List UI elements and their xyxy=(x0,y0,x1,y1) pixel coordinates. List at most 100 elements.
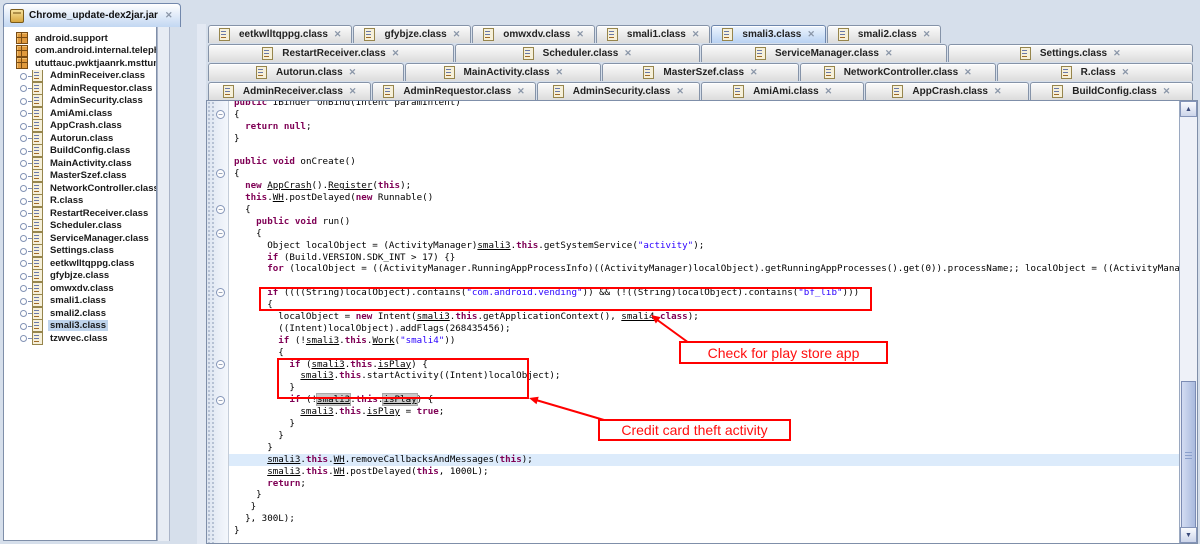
expand-handle-icon[interactable] xyxy=(19,107,32,119)
content-divider[interactable] xyxy=(197,24,206,544)
tree-item-settings-class[interactable]: Settings.class xyxy=(4,245,156,258)
fold-collapse-icon[interactable]: − xyxy=(216,288,225,297)
tab-close-icon[interactable]: ✕ xyxy=(923,29,931,40)
fold-collapse-icon[interactable]: − xyxy=(216,396,225,405)
tree-item-smali1-class[interactable]: smali1.class xyxy=(4,295,156,308)
tab-close-icon[interactable]: ✕ xyxy=(994,86,1002,97)
tab-omwxdv-class[interactable]: omwxdv.class✕ xyxy=(472,25,595,43)
expand-handle-icon[interactable] xyxy=(19,307,32,319)
tree-item-networkcontroller-class[interactable]: NetworkController.class xyxy=(4,182,156,195)
tab-servicemanager-class[interactable]: ServiceManager.class✕ xyxy=(701,44,947,62)
tab-close-icon[interactable]: ✕ xyxy=(807,29,815,40)
tab-close-icon[interactable]: ✕ xyxy=(517,86,525,97)
tab-close-icon[interactable]: ✕ xyxy=(349,67,357,78)
panel-splitter[interactable] xyxy=(157,26,170,541)
fold-collapse-icon[interactable]: − xyxy=(216,110,225,119)
tab-close-icon[interactable]: ✕ xyxy=(1163,86,1171,97)
tree-item-smali3-class[interactable]: smali3.class xyxy=(4,320,156,333)
tree-item-amiami-class[interactable]: AmiAmi.class xyxy=(4,107,156,120)
tree-item-buildconfig-class[interactable]: BuildConfig.class xyxy=(4,145,156,158)
expand-handle-icon[interactable] xyxy=(19,282,32,294)
fold-collapse-icon[interactable]: − xyxy=(216,229,225,238)
tree-item-smali2-class[interactable]: smali2.class xyxy=(4,307,156,320)
tree-item-adminrequestor-class[interactable]: AdminRequestor.class xyxy=(4,82,156,95)
tab-mainactivity-class[interactable]: MainActivity.class✕ xyxy=(405,63,601,81)
tree-item-tzwvec-class[interactable]: tzwvec.class xyxy=(4,332,156,345)
tab-settings-class[interactable]: Settings.class✕ xyxy=(948,44,1194,62)
expand-handle-icon[interactable] xyxy=(19,132,32,144)
expand-handle-icon[interactable] xyxy=(19,320,32,332)
tree-item-autorun-class[interactable]: Autorun.class xyxy=(4,132,156,145)
tree-item-adminsecurity-class[interactable]: AdminSecurity.class xyxy=(4,95,156,108)
tab-amiami-class[interactable]: AmiAmi.class✕ xyxy=(701,82,864,100)
expand-handle-icon[interactable] xyxy=(19,95,32,107)
tab-close-icon[interactable]: ✕ xyxy=(964,67,972,78)
tree-item-servicemanager-class[interactable]: ServiceManager.class xyxy=(4,232,156,245)
expand-handle-icon[interactable] xyxy=(19,232,32,244)
tab-close-icon[interactable]: ✕ xyxy=(349,86,357,97)
expand-handle-icon[interactable] xyxy=(19,145,32,157)
close-icon[interactable]: ✕ xyxy=(165,10,173,21)
tree-item-eetkwlltqppg-class[interactable]: eetkwlltqppg.class xyxy=(4,257,156,270)
tab-close-icon[interactable]: ✕ xyxy=(750,67,758,78)
tab-close-icon[interactable]: ✕ xyxy=(1122,67,1130,78)
tab-smali1-class[interactable]: smali1.class✕ xyxy=(596,25,710,43)
tree-item-adminreceiver-class[interactable]: AdminReceiver.class xyxy=(4,70,156,83)
tree-item-ututtauc-pwktjaanrk-msttumrk[interactable]: ututtauc.pwktjaanrk.msttumrk xyxy=(4,57,156,70)
expand-handle-icon[interactable] xyxy=(19,295,32,307)
tab-adminrequestor-class[interactable]: AdminRequestor.class✕ xyxy=(372,82,535,100)
expand-handle-icon[interactable] xyxy=(19,195,32,207)
tab-close-icon[interactable]: ✕ xyxy=(885,48,893,59)
tab-networkcontroller-class[interactable]: NetworkController.class✕ xyxy=(800,63,996,81)
expand-handle-icon[interactable] xyxy=(19,207,32,219)
jar-file-tab[interactable]: Chrome_update-dex2jar.jar ✕ xyxy=(3,3,181,27)
tab-buildconfig-class[interactable]: BuildConfig.class✕ xyxy=(1030,82,1193,100)
tab-close-icon[interactable]: ✕ xyxy=(453,29,461,40)
tree-item-omwxdv-class[interactable]: omwxdv.class xyxy=(4,282,156,295)
tab-masterszef-class[interactable]: MasterSzef.class✕ xyxy=(602,63,798,81)
expand-handle-icon[interactable] xyxy=(19,170,32,182)
tree-item-mainactivity-class[interactable]: MainActivity.class xyxy=(4,157,156,170)
expand-handle-icon[interactable] xyxy=(19,332,32,344)
expand-handle-icon[interactable] xyxy=(19,257,32,269)
tab-r-class[interactable]: R.class✕ xyxy=(997,63,1193,81)
tab-autorun-class[interactable]: Autorun.class✕ xyxy=(208,63,404,81)
tab-smali2-class[interactable]: smali2.class✕ xyxy=(827,25,941,43)
tab-close-icon[interactable]: ✕ xyxy=(334,29,342,40)
expand-handle-icon[interactable] xyxy=(19,120,32,132)
tree-item-appcrash-class[interactable]: AppCrash.class xyxy=(4,120,156,133)
tab-scheduler-class[interactable]: Scheduler.class✕ xyxy=(455,44,701,62)
tree-item-android-support[interactable]: android.support xyxy=(4,32,156,45)
tab-close-icon[interactable]: ✕ xyxy=(676,86,684,97)
tab-adminsecurity-class[interactable]: AdminSecurity.class✕ xyxy=(537,82,700,100)
tree-item-com-android-internal-telephon[interactable]: com.android.internal.telephon xyxy=(4,45,156,58)
tab-close-icon[interactable]: ✕ xyxy=(624,48,632,59)
fold-collapse-icon[interactable]: − xyxy=(216,205,225,214)
tree-item-gfybjze-class[interactable]: gfybjze.class xyxy=(4,270,156,283)
tab-close-icon[interactable]: ✕ xyxy=(692,29,700,40)
tab-close-icon[interactable]: ✕ xyxy=(825,86,833,97)
code-lines[interactable]: public IBinder onBind(Intent paramIntent… xyxy=(229,100,1179,543)
tab-smali3-class[interactable]: smali3.class✕ xyxy=(711,25,825,43)
tab-close-icon[interactable]: ✕ xyxy=(576,29,584,40)
expand-handle-icon[interactable] xyxy=(19,270,32,282)
tree-item-masterszef-class[interactable]: MasterSzef.class xyxy=(4,170,156,183)
tab-adminreceiver-class[interactable]: AdminReceiver.class✕ xyxy=(208,82,371,100)
scroll-up-icon[interactable]: ▲ xyxy=(1180,101,1197,117)
expand-handle-icon[interactable] xyxy=(19,157,32,169)
expand-handle-icon[interactable] xyxy=(19,182,32,194)
tab-restartreceiver-class[interactable]: RestartReceiver.class✕ xyxy=(208,44,454,62)
tab-close-icon[interactable]: ✕ xyxy=(556,67,564,78)
fold-collapse-icon[interactable]: − xyxy=(216,169,225,178)
tree-item-r-class[interactable]: R.class xyxy=(4,195,156,208)
tree-item-restartreceiver-class[interactable]: RestartReceiver.class xyxy=(4,207,156,220)
tab-eetkwlltqppg-class[interactable]: eetkwlltqppg.class✕ xyxy=(208,25,352,43)
expand-handle-icon[interactable] xyxy=(19,245,32,257)
tab-close-icon[interactable]: ✕ xyxy=(1113,48,1121,59)
tree-item-scheduler-class[interactable]: Scheduler.class xyxy=(4,220,156,233)
tab-close-icon[interactable]: ✕ xyxy=(392,48,400,59)
fold-collapse-icon[interactable]: − xyxy=(216,360,225,369)
tab-gfybjze-class[interactable]: gfybjze.class✕ xyxy=(353,25,471,43)
expand-handle-icon[interactable] xyxy=(19,82,32,94)
tab-appcrash-class[interactable]: AppCrash.class✕ xyxy=(865,82,1028,100)
